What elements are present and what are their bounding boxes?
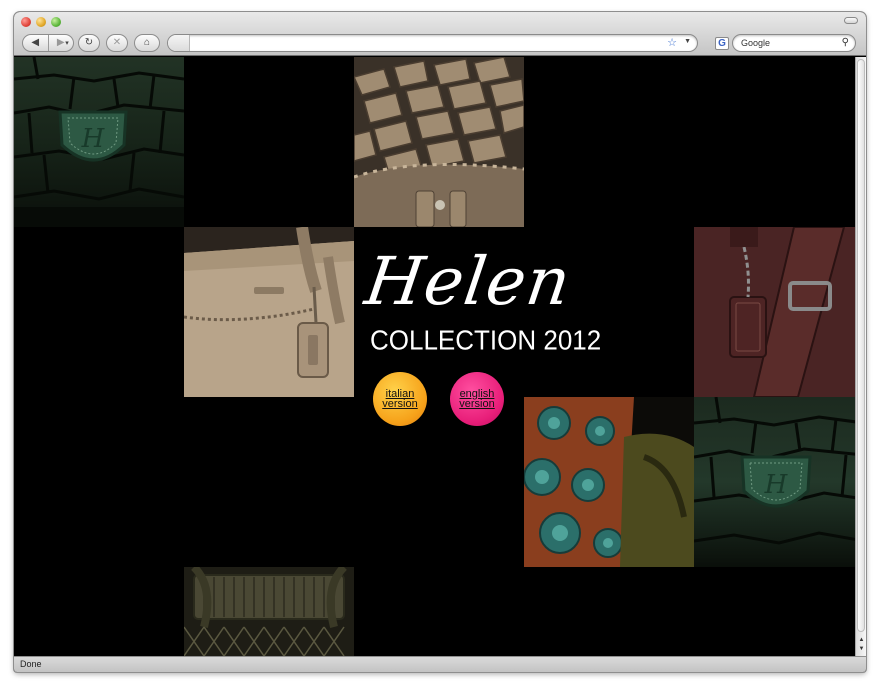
vertical-scrollbar[interactable]: ▲ ▼: [855, 57, 866, 656]
photo-tile-olive-bag: [184, 567, 354, 656]
photo-tile-taupe-handbag: [184, 227, 354, 397]
status-text: Done: [20, 659, 42, 669]
search-icon[interactable]: ⚲: [842, 35, 849, 51]
photo-tile-croc-leather-2: H: [694, 397, 855, 567]
site-identity-icon[interactable]: [168, 35, 190, 51]
address-bar[interactable]: ☆ ▼: [167, 34, 698, 52]
photo-tile-floral-scarf: [524, 397, 694, 567]
close-window-button[interactable]: [21, 17, 31, 27]
browser-toolbar: ◀ ▶ ▾ ↻ ✕ ⌂ ☆ ▼ G Google ⚲: [14, 12, 866, 56]
photo-tile-burgundy-bag: [694, 227, 855, 397]
photo-tile-woven-leather: [354, 57, 524, 227]
search-engine-icon[interactable]: G: [712, 34, 732, 52]
page-viewport: H H Helen COLLECTION 2012 italian versio…: [14, 57, 855, 656]
italian-label-line2: version: [382, 398, 418, 410]
stop-icon[interactable]: ✕: [106, 34, 128, 52]
reload-icon[interactable]: ↻: [78, 34, 100, 52]
history-dropdown-icon[interactable]: ▾: [60, 34, 74, 52]
back-arrow-icon[interactable]: ◀: [23, 38, 48, 48]
search-engine-glyph: G: [715, 36, 729, 50]
bookmark-star-icon[interactable]: ☆: [667, 36, 677, 49]
scrollbar-thumb[interactable]: [857, 59, 865, 632]
home-icon[interactable]: ⌂: [134, 34, 160, 52]
collection-title: COLLECTION 2012: [370, 324, 602, 356]
search-input[interactable]: Google ⚲: [732, 34, 856, 52]
status-bar: Done: [14, 656, 866, 672]
url-dropdown-icon[interactable]: ▼: [684, 38, 691, 45]
helen-logo: Helen: [360, 243, 576, 320]
svg-text:H: H: [81, 124, 106, 154]
english-label-line2: version: [459, 398, 495, 410]
english-version-button[interactable]: english version: [450, 372, 504, 426]
italian-version-label: italian version: [378, 389, 422, 410]
english-version-label: english version: [455, 389, 499, 410]
toolbar-toggle-button[interactable]: [844, 17, 858, 24]
scroll-arrows-icon[interactable]: ▲ ▼: [856, 636, 866, 656]
italian-version-button[interactable]: italian version: [373, 372, 427, 426]
zoom-window-button[interactable]: [51, 17, 61, 27]
search-placeholder: Google: [741, 38, 771, 48]
browser-window: ◀ ▶ ▾ ↻ ✕ ⌂ ☆ ▼ G Google ⚲ H H Helen COL…: [14, 12, 866, 672]
photo-tile-croc-leather: H: [14, 57, 184, 227]
minimize-window-button[interactable]: [36, 17, 46, 27]
svg-text:H: H: [764, 470, 789, 500]
